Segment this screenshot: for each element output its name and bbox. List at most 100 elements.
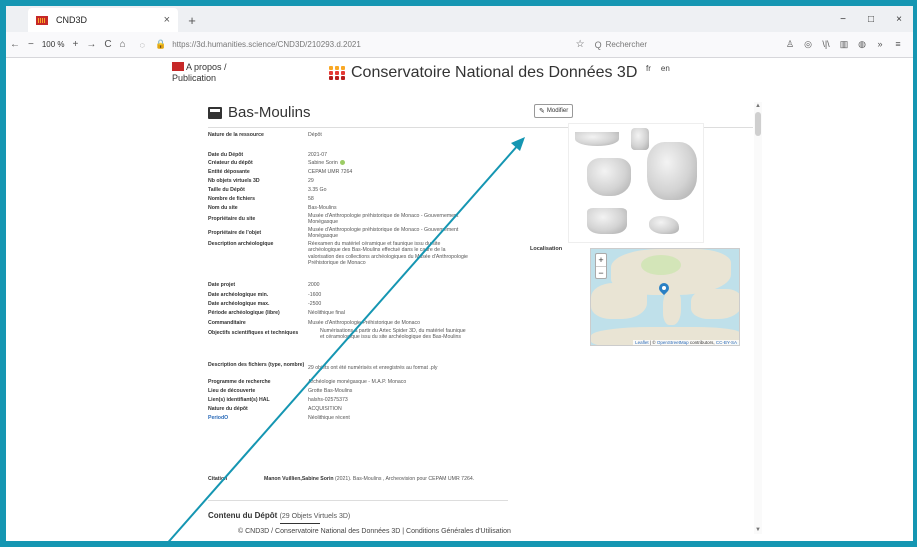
field-row: Période archéologique (libre) Néolithique… [208, 310, 345, 316]
field-row: PeriodO Néolithique récent [208, 415, 350, 421]
field-row: Date archéologique max. -2500 [208, 301, 322, 307]
periodo-link[interactable]: PeriodO [208, 415, 308, 421]
leaflet-link[interactable]: Leaflet [635, 340, 649, 345]
contenu-heading: Contenu du Dépôt (29 Objets Virtuels 3D) [208, 511, 351, 520]
entity-link[interactable]: CEPAM UMR 7264 [308, 169, 468, 175]
map-zoom-in-button[interactable]: + [596, 254, 606, 266]
page-title-text: Bas-Moulins [228, 104, 311, 121]
new-tab-button[interactable]: + [182, 8, 202, 32]
sidebar-icon[interactable]: ▥ [835, 39, 853, 50]
field-row: Entité déposante CEPAM UMR 7264 [208, 169, 538, 175]
home-icon[interactable]: ⌂ [116, 39, 130, 50]
osm-link[interactable]: OpenStreetMap [657, 340, 689, 345]
scroll-down-icon[interactable]: ▼ [754, 526, 762, 534]
field-row: Nature de la ressource Dépôt [208, 132, 322, 138]
lang-fr-link[interactable]: fr [646, 64, 651, 73]
object-thumbnails[interactable] [568, 123, 704, 243]
field-row: Lien(s) identifiant(s) HAL halshs-0257537… [208, 397, 538, 403]
reload-button[interactable]: C [100, 39, 115, 50]
field-row: Nom du site Bas-Moulins [208, 205, 337, 211]
shield-icon[interactable]: ◌ [140, 40, 145, 50]
web-page: A propos / Publication Conservatoire Nat… [6, 58, 913, 547]
map-marker-icon[interactable] [659, 283, 669, 297]
page-title: Bas-Moulins [208, 104, 311, 121]
forward-button[interactable]: → [82, 39, 100, 50]
map-zoom-control: + − [595, 253, 607, 279]
license-link[interactable]: CC-BY-SA [716, 340, 737, 345]
about-link[interactable]: A propos / [186, 62, 227, 72]
field-row: Nb objets virtuels 3D 29 [208, 178, 314, 184]
inbox-icon [208, 106, 222, 119]
citation-text: Manon Vuillien,Sabine Sorin (2021). Bas-… [264, 476, 475, 482]
close-window-button[interactable]: × [885, 14, 913, 25]
scroll-up-icon[interactable]: ▲ [754, 102, 762, 110]
library-icon[interactable]: \|\ [817, 39, 835, 50]
zoom-out-button[interactable]: − [24, 39, 38, 50]
account-icon[interactable]: ♙ [781, 39, 799, 50]
about-menu[interactable]: A propos / Publication [172, 62, 227, 84]
close-tab-icon[interactable]: × [164, 14, 170, 26]
modifier-label: Modifier [546, 108, 569, 114]
zoom-in-button[interactable]: + [69, 39, 83, 50]
field-row: Objectifs scientifiques et techniques Num… [208, 328, 466, 341]
publication-link[interactable]: Publication [172, 73, 216, 83]
language-switch: fr en [646, 64, 680, 73]
thumbnail-bowl[interactable] [575, 132, 619, 146]
overflow-icon[interactable]: » [871, 39, 889, 50]
site-title[interactable]: Conservatoire National des Données 3D [329, 64, 637, 82]
field-row: Lieu de découverte Grotte Bas-Moulins [208, 388, 353, 394]
thumbnail-jar[interactable] [587, 158, 631, 196]
field-row: Description archéologique Réexamen du mat… [208, 241, 468, 267]
page-footer: © CND3D / Conservatoire National des Don… [238, 523, 511, 535]
extension-icon[interactable]: ◍ [853, 39, 871, 50]
search-box[interactable]: Q Rechercher [595, 36, 755, 54]
field-row: Date du Dépôt 2021-07 [208, 152, 328, 158]
tab-title: CND3D [56, 15, 88, 25]
field-row: Programme de recherche Archéologie monéga… [208, 379, 407, 385]
orcid-icon[interactable] [339, 160, 345, 165]
page-scrollbar[interactable]: ▲ ▼ [754, 102, 762, 534]
thumbnail-bone[interactable] [649, 216, 679, 234]
bookmark-star-icon[interactable]: ☆ [576, 39, 585, 50]
lock-icon[interactable]: 🔒 [155, 39, 166, 50]
field-row: Date projet 2000 [208, 282, 320, 288]
minimize-button[interactable]: − [829, 14, 857, 25]
pocket-icon[interactable]: ◎ [799, 39, 817, 50]
scrollbar-thumb[interactable] [755, 112, 761, 136]
url-text: https://3d.humanities.science/CND3D/2102… [172, 40, 361, 49]
site-header: A propos / Publication Conservatoire Nat… [166, 58, 766, 98]
location-map[interactable]: + − Leaflet | © OpenStreetMap contributo… [590, 248, 740, 346]
field-row: Commanditaire Musée d'Anthropologie Préhi… [208, 320, 421, 326]
field-row: Nature du dépôt ACQUISITION [208, 406, 342, 412]
favicon-icon [36, 15, 48, 25]
thumbnail-pot[interactable] [587, 208, 627, 234]
back-button[interactable]: ← [6, 39, 24, 50]
address-bar[interactable]: ◌ 🔒 https://3d.humanities.science/CND3D/… [136, 36, 556, 54]
thumbnail-cup[interactable] [631, 128, 649, 150]
browser-tab[interactable]: CND3D × [28, 8, 178, 32]
search-placeholder: Rechercher [605, 40, 647, 49]
search-icon: Q [594, 39, 602, 50]
hal-link[interactable]: halshs-02575373 [308, 397, 468, 403]
cnd3d-logo-icon [329, 66, 345, 80]
maximize-button[interactable]: □ [857, 14, 885, 25]
field-row: Propriétaire du site Musée d'Anthropologi… [208, 213, 459, 226]
thumbnail-vessel[interactable] [647, 142, 697, 200]
window-controls: − □ × [829, 6, 913, 32]
lang-en-link[interactable]: en [661, 64, 670, 73]
nav-bar: ← − 100 % + → C ⌂ ◌ 🔒 https://3d.humanit… [6, 32, 913, 58]
zoom-level[interactable]: 100 % [38, 40, 69, 49]
citation-label: Citation [208, 476, 228, 482]
main-content: Bas-Moulins ✎ Modifier Nature de la ress… [198, 98, 768, 547]
site-title-text: Conservatoire National des Données 3D [351, 64, 638, 81]
field-row: Nombre de fichiers 58 [208, 196, 314, 202]
field-row: Date archéologique min. -1600 [208, 292, 322, 298]
map-attribution: Leaflet | © OpenStreetMap contributors, … [633, 340, 739, 345]
modifier-button[interactable]: ✎ Modifier [534, 104, 574, 118]
field-row: Taille du Dépôt 3.35 Go [208, 187, 327, 193]
map-zoom-out-button[interactable]: − [596, 266, 606, 278]
menu-icon[interactable]: ≡ [889, 39, 907, 50]
localisation-label: Localisation [530, 246, 563, 252]
toolbar-icons: ♙ ◎ \|\ ▥ ◍ » ≡ [781, 39, 913, 50]
field-row: Description des fichiers (type, nombre) 2… [208, 362, 438, 371]
